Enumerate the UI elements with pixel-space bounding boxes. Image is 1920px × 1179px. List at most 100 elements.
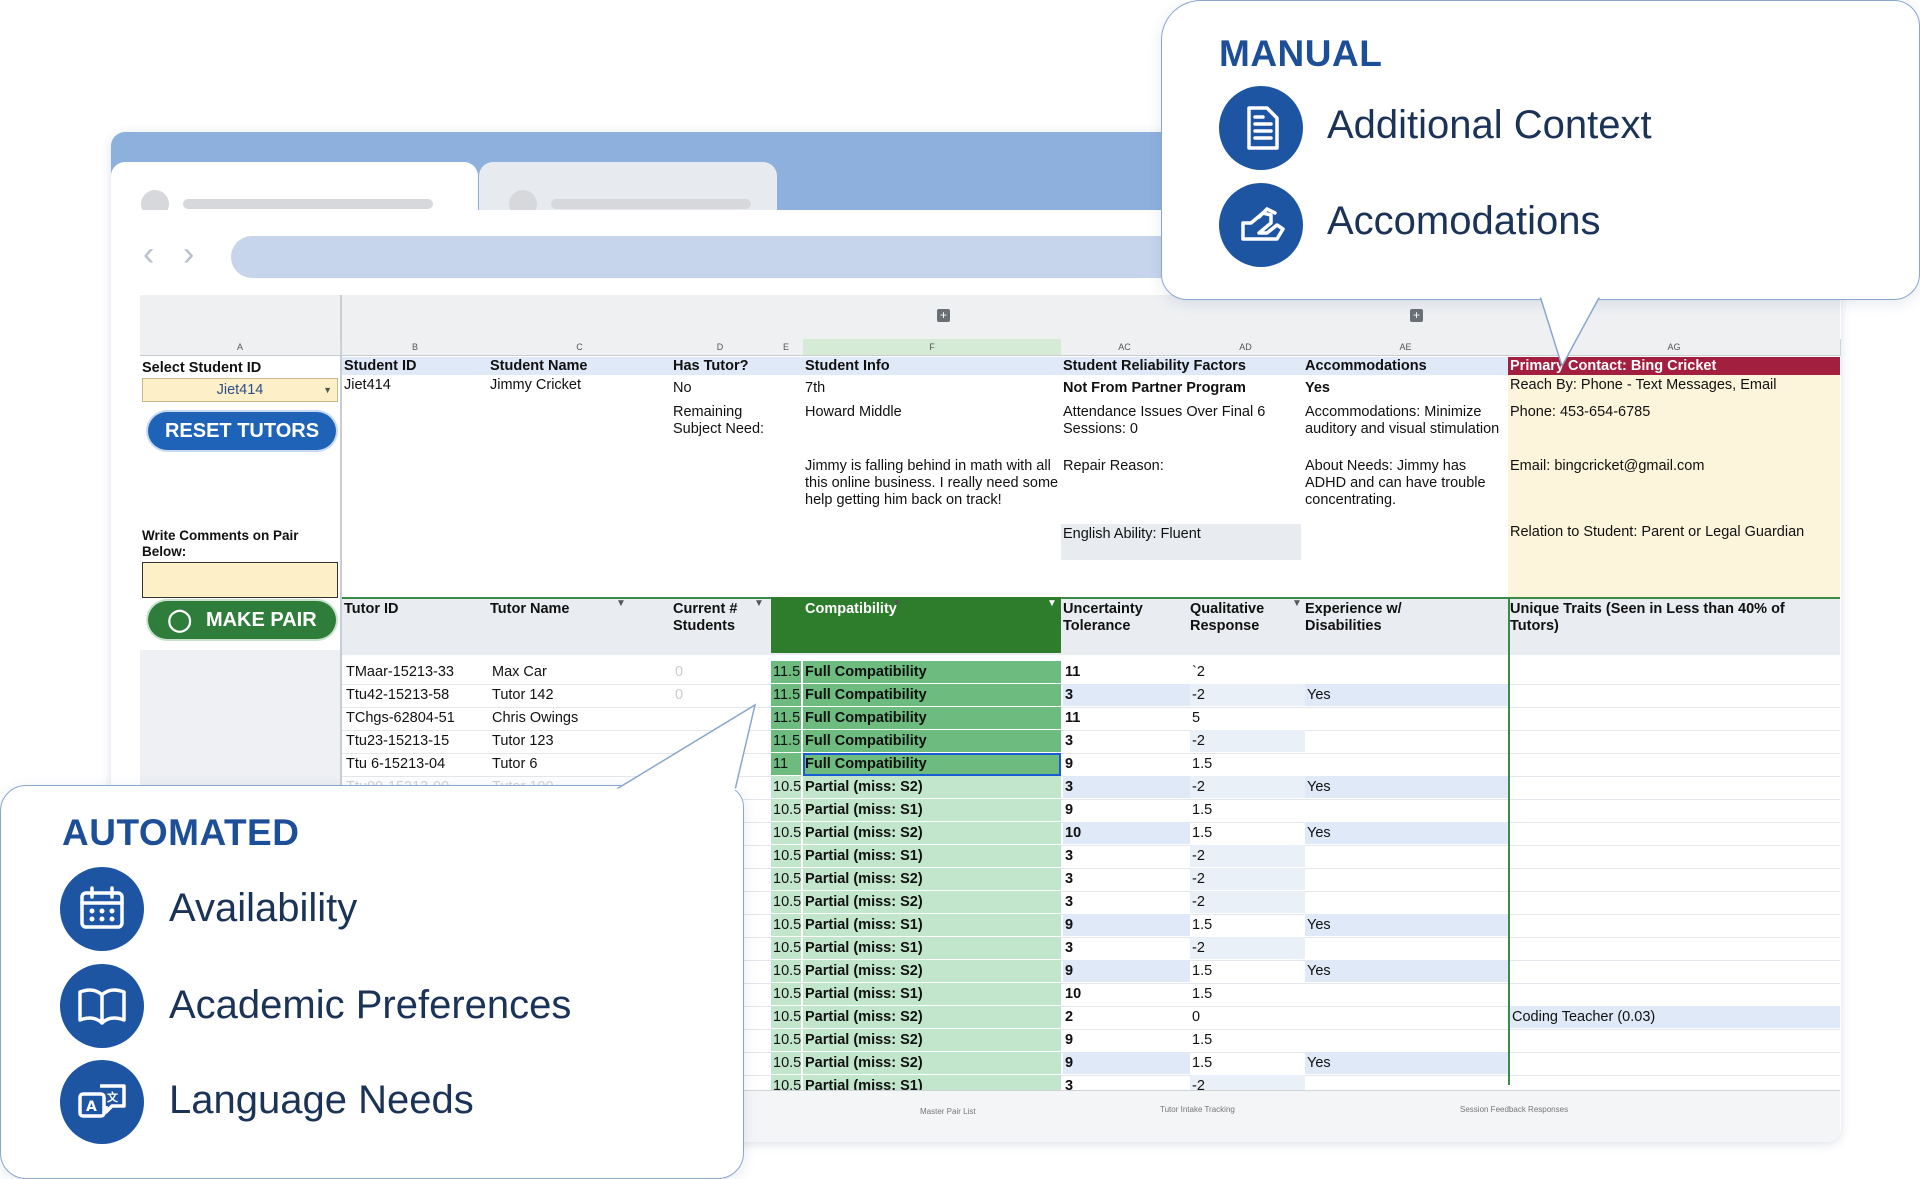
compatibility-cell[interactable]: Full Compatibility (803, 707, 1061, 729)
contact-email[interactable]: Email: bingcricket@gmail.com (1510, 458, 1704, 475)
group-expand-icon[interactable]: + (937, 309, 950, 322)
qualitative-cell[interactable]: 1.5 (1190, 753, 1305, 775)
qualitative-cell[interactable]: 1.5 (1190, 1029, 1305, 1051)
uncertainty-cell[interactable]: 9 (1063, 960, 1190, 982)
reset-tutors-button[interactable]: RESET TUTORS (148, 412, 336, 450)
col-letter-ad[interactable]: AD (1188, 339, 1304, 356)
col-letter-b[interactable]: B (342, 339, 489, 356)
unique-trait-cell[interactable] (1510, 914, 1840, 936)
compat-score-cell[interactable]: 10.5 (771, 960, 801, 982)
grade-value[interactable]: 7th (805, 380, 825, 397)
uncertainty-cell[interactable]: 9 (1063, 753, 1190, 775)
accommodations-needs[interactable]: About Needs: Jimmy has ADHD and can have… (1305, 458, 1505, 509)
filter-active-icon[interactable]: ▼ (1047, 598, 1057, 609)
tutor-id-cell[interactable]: TChgs-62804-51 (344, 707, 488, 729)
col-letter-a[interactable]: A (140, 339, 341, 356)
compat-score-cell[interactable]: 10.5 (771, 891, 801, 913)
compat-score-cell[interactable]: 10.5 (771, 845, 801, 867)
accommodations-detail[interactable]: Accommodations: Minimize auditory and vi… (1305, 404, 1505, 438)
compat-score-cell[interactable]: 11.5 (771, 661, 801, 683)
tutor-name-cell[interactable]: Max Car (490, 661, 670, 683)
reliability-program[interactable]: Not From Partner Program (1063, 380, 1246, 397)
tutor-id-cell[interactable]: Ttu23-15213-15 (344, 730, 488, 752)
col-letter-d[interactable]: D (671, 339, 770, 356)
unique-trait-cell[interactable] (1510, 891, 1840, 913)
compat-score-cell[interactable]: 11.5 (771, 684, 801, 706)
comments-input[interactable] (142, 562, 338, 598)
compatibility-cell[interactable]: Partial (miss: S2) (803, 1006, 1061, 1028)
compat-score-cell[interactable]: 10.5 (771, 799, 801, 821)
compat-score-cell[interactable]: 11 (771, 753, 801, 775)
col-letter-ac[interactable]: AC (1061, 339, 1189, 356)
col-letter-e[interactable]: E (769, 339, 804, 356)
qualitative-cell[interactable]: 0 (1190, 1006, 1305, 1028)
uncertainty-cell[interactable]: 9 (1063, 1052, 1190, 1074)
qualitative-cell[interactable]: -2 (1190, 868, 1305, 890)
experience-cell[interactable] (1305, 799, 1510, 821)
qualitative-cell[interactable]: 1.5 (1190, 1052, 1305, 1074)
col-letter-f[interactable]: F (803, 339, 1062, 356)
experience-cell[interactable] (1305, 868, 1510, 890)
compatibility-cell[interactable]: Partial (miss: S1) (803, 937, 1061, 959)
compatibility-cell[interactable]: Full Compatibility (803, 684, 1061, 706)
experience-cell[interactable]: Yes (1305, 960, 1510, 982)
uncertainty-cell[interactable]: 10 (1063, 983, 1190, 1005)
unique-trait-cell[interactable] (1510, 1052, 1840, 1074)
filter-icon[interactable]: ▼ (1292, 598, 1302, 609)
tutor-id-cell[interactable]: TMaar-15213-33 (344, 661, 488, 683)
experience-cell[interactable]: Yes (1305, 1052, 1510, 1074)
unique-trait-cell[interactable] (1510, 799, 1840, 821)
experience-cell[interactable] (1305, 891, 1510, 913)
compat-score-cell[interactable]: 10.5 (771, 1029, 801, 1051)
compatibility-cell[interactable]: Partial (miss: S2) (803, 1029, 1061, 1051)
sheet-tab-master-pair-list[interactable]: Master Pair List (920, 1107, 976, 1116)
experience-cell[interactable] (1305, 845, 1510, 867)
compat-score-cell[interactable]: 10.5 (771, 822, 801, 844)
qualitative-cell[interactable]: `2 (1190, 661, 1305, 683)
compat-score-cell[interactable]: 10.5 (771, 1052, 801, 1074)
accommodations-yes[interactable]: Yes (1305, 380, 1330, 397)
contact-reach[interactable]: Reach By: Phone - Text Messages, Email (1510, 377, 1777, 394)
col-letter-c[interactable]: C (488, 339, 672, 356)
student-name-value[interactable]: Jimmy Cricket (490, 377, 581, 394)
unique-trait-cell[interactable] (1510, 1029, 1840, 1051)
qualitative-cell[interactable]: -2 (1190, 891, 1305, 913)
uncertainty-cell[interactable]: 9 (1063, 1029, 1190, 1051)
compatibility-cell[interactable]: Partial (miss: S1) (803, 914, 1061, 936)
compatibility-cell[interactable]: Partial (miss: S1) (803, 983, 1061, 1005)
filter-icon[interactable]: ▼ (892, 598, 902, 609)
experience-cell[interactable] (1305, 983, 1510, 1005)
compatibility-cell[interactable]: Partial (miss: S2) (803, 1052, 1061, 1074)
experience-cell[interactable]: Yes (1305, 684, 1510, 706)
experience-cell[interactable] (1305, 1006, 1510, 1028)
unique-trait-cell[interactable] (1510, 661, 1840, 683)
unique-trait-cell[interactable] (1510, 960, 1840, 982)
uncertainty-cell[interactable]: 3 (1063, 891, 1190, 913)
experience-cell[interactable] (1305, 707, 1510, 729)
unique-trait-cell[interactable] (1510, 983, 1840, 1005)
unique-trait-cell[interactable] (1510, 707, 1840, 729)
make-pair-button[interactable]: ◯ MAKE PAIR (148, 601, 336, 639)
experience-cell[interactable] (1305, 730, 1510, 752)
uncertainty-cell[interactable]: 3 (1063, 684, 1190, 706)
contact-relation[interactable]: Relation to Student: Parent or Legal Gua… (1510, 524, 1804, 541)
student-id-value[interactable]: Jiet414 (344, 377, 391, 394)
qualitative-cell[interactable]: 1.5 (1190, 983, 1305, 1005)
reliability-repair[interactable]: Repair Reason: (1063, 458, 1164, 475)
unique-trait-cell[interactable] (1510, 937, 1840, 959)
uncertainty-cell[interactable]: 3 (1063, 730, 1190, 752)
forward-icon[interactable]: › (183, 235, 194, 274)
compatibility-cell[interactable]: Partial (miss: S2) (803, 891, 1061, 913)
uncertainty-cell[interactable]: 3 (1063, 868, 1190, 890)
qualitative-cell[interactable]: -2 (1190, 937, 1305, 959)
compat-score-cell[interactable]: 11.5 (771, 707, 801, 729)
qualitative-cell[interactable]: 1.5 (1190, 799, 1305, 821)
school-value[interactable]: Howard Middle (805, 404, 902, 421)
has-tutor-value[interactable]: No (673, 380, 692, 397)
filter-icon[interactable]: ▼ (616, 598, 626, 609)
qualitative-cell[interactable]: -2 (1190, 684, 1305, 706)
unique-trait-cell[interactable] (1510, 776, 1840, 798)
reliability-attendance[interactable]: Attendance Issues Over Final 6 Sessions:… (1063, 404, 1299, 438)
unique-trait-cell[interactable] (1510, 753, 1840, 775)
uncertainty-cell[interactable]: 10 (1063, 822, 1190, 844)
